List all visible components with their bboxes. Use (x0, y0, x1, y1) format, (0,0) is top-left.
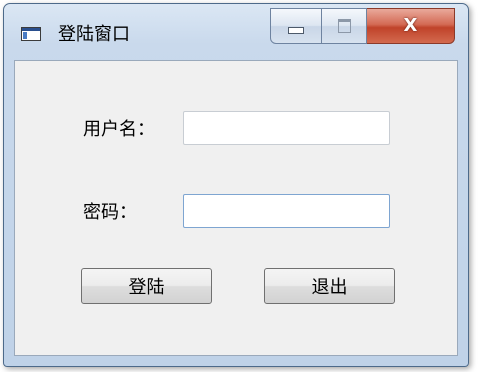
username-input[interactable] (183, 111, 390, 145)
caption-buttons: X (270, 8, 455, 44)
title-bar[interactable]: 登陆窗口 X (4, 4, 468, 58)
close-icon: X (403, 15, 418, 36)
login-button[interactable]: 登陆 (81, 268, 212, 304)
window-title: 登陆窗口 (58, 24, 130, 45)
exit-button[interactable]: 退出 (264, 268, 395, 304)
username-label: 用户名： (83, 119, 155, 140)
client-area: 用户名： 密码： 登陆 退出 (14, 60, 458, 356)
window-app-icon[interactable] (21, 27, 41, 41)
close-button[interactable]: X (367, 8, 455, 44)
minimize-icon (288, 26, 304, 34)
minimize-button[interactable] (270, 8, 322, 44)
app-icon-panel (23, 32, 27, 39)
password-input[interactable] (183, 194, 390, 228)
maximize-button[interactable] (322, 8, 367, 44)
maximize-icon (337, 19, 351, 33)
app-icon-titlebar (22, 28, 40, 31)
password-label: 密码： (83, 202, 137, 223)
login-window: 登陆窗口 X 用户名： 密码： 登陆 退出 (3, 3, 469, 367)
